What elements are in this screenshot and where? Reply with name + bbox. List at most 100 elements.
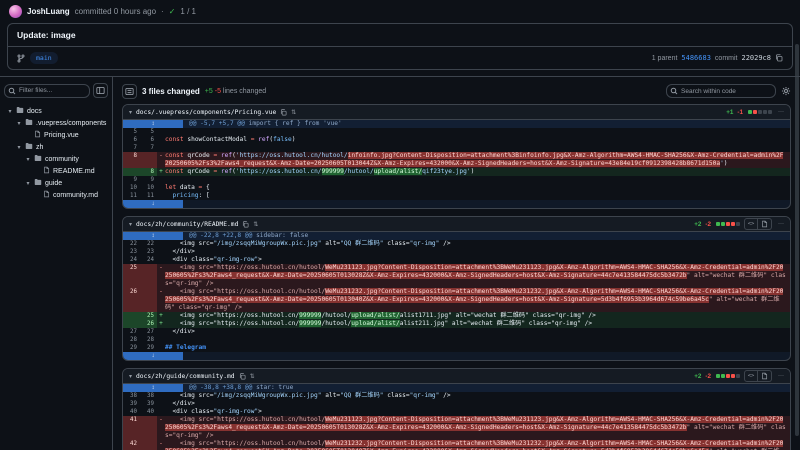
file-options-kebab-button[interactable]: ··· [778,373,784,379]
search-icon [670,87,678,95]
old-line-number[interactable]: 23 [123,248,140,256]
chevron-down-icon[interactable]: ▾ [129,109,132,116]
file-diff-panel: ▾docs/zh/guide/community.md⇅+2-2<>···↕@@… [122,368,791,450]
old-line-number[interactable]: 22 [123,240,140,248]
toggle-file-tree-button[interactable] [122,84,137,99]
tree-item-label: zh [36,144,43,151]
old-line-number[interactable]: 28 [123,336,140,344]
tree-item--vuepress-components[interactable]: ▾.vuepress/components [4,117,108,129]
rich-view-button[interactable] [758,218,772,230]
old-line-number[interactable] [123,312,140,320]
chevron-down-icon[interactable]: ▾ [129,373,132,380]
old-line-number[interactable]: 26 [123,288,140,312]
tree-item-docs[interactable]: ▾docs [4,105,108,117]
old-line-number[interactable]: 8 [123,152,140,168]
folder-icon [34,154,42,162]
expand-down-button[interactable]: ↓ [123,352,183,360]
old-line-number[interactable]: 11 [123,192,140,200]
old-line-number[interactable]: 6 [123,136,140,144]
expand-hunk-button[interactable]: ↕ [123,120,183,128]
expand-collapse-arrows-icon[interactable]: ⇅ [253,221,258,228]
avatar[interactable] [9,5,22,18]
context-line: 2727 </div> [123,328,790,336]
tree-item-readme-md[interactable]: README.md [4,165,108,177]
tree-item-zh[interactable]: ▾zh [4,141,108,153]
old-line-number[interactable]: 9 [123,176,140,184]
old-line-number[interactable]: 29 [123,344,140,352]
new-line-number[interactable]: 40 [140,408,157,416]
old-line-number[interactable]: 7 [123,144,140,152]
new-line-number[interactable]: 25 [140,312,157,320]
code-view-button[interactable]: <> [744,218,758,230]
new-line-number[interactable]: 10 [140,184,157,192]
collapse-file-tree-button[interactable] [93,83,108,98]
page-scrollbar[interactable] [795,44,799,436]
old-line-number[interactable]: 42 [123,440,140,450]
commit-author[interactable]: JoshLuang [27,7,70,16]
code-text: const qrCode = ref('https://oss.hutool.c… [165,168,790,176]
new-line-number[interactable]: 11 [140,192,157,200]
new-line-number[interactable] [140,416,157,440]
search-within-code-input[interactable] [666,84,776,98]
branch-badge[interactable]: main [30,52,58,64]
tree-item-guide[interactable]: ▾guide [4,177,108,189]
new-line-number[interactable]: 39 [140,400,157,408]
old-line-number[interactable] [123,168,140,176]
file-path-link[interactable]: docs/zh/guide/community.md [136,373,235,380]
commit-label: commit [715,55,738,62]
new-line-number[interactable]: 6 [140,136,157,144]
file-options-kebab-button[interactable]: ··· [778,221,784,227]
new-line-number[interactable]: 28 [140,336,157,344]
filter-files-input[interactable] [4,84,90,98]
new-line-number[interactable]: 7 [140,144,157,152]
copy-file-path-button[interactable] [280,109,287,116]
new-line-number[interactable]: 8 [140,168,157,176]
copy-sha-icon[interactable] [775,54,783,62]
old-line-number[interactable]: 25 [123,264,140,288]
expand-hunk-button[interactable]: ↕ [123,232,183,240]
tree-item-pricing-vue[interactable]: Pricing.vue [4,129,108,141]
new-line-number[interactable]: 26 [140,320,157,328]
new-line-number[interactable]: 24 [140,256,157,264]
copy-file-path-button[interactable] [242,221,249,228]
file-path-link[interactable]: docs/.vuepress/components/Pricing.vue [136,109,276,116]
expand-down-button[interactable]: ↓ [123,200,183,208]
checks-passed-icon[interactable]: ✓ [169,7,176,16]
new-line-number[interactable]: 9 [140,176,157,184]
expand-collapse-arrows-icon[interactable]: ⇅ [250,373,255,380]
new-line-number[interactable] [140,288,157,312]
code-view-button[interactable]: <> [744,370,758,382]
expand-hunk-button[interactable]: ↕ [123,384,183,392]
file-options-kebab-button[interactable]: ··· [778,109,784,115]
expand-collapse-arrows-icon[interactable]: ⇅ [291,109,296,116]
chevron-down-icon[interactable]: ▾ [129,221,132,228]
expand-bottom-row: ↓ [123,200,790,208]
new-line-number[interactable] [140,152,157,168]
old-line-number[interactable]: 5 [123,128,140,136]
new-line-number[interactable]: 5 [140,128,157,136]
file-path-link[interactable]: docs/zh/community/README.md [136,221,238,228]
new-line-number[interactable]: 22 [140,240,157,248]
checks-ratio[interactable]: 1 / 1 [180,7,196,16]
parent-sha-link[interactable]: 5486683 [681,54,711,62]
rich-view-button[interactable] [758,370,772,382]
old-line-number[interactable]: 39 [123,400,140,408]
old-line-number[interactable] [123,320,140,328]
diff-settings-button[interactable] [781,86,791,96]
old-line-number[interactable]: 24 [123,256,140,264]
tree-item-community[interactable]: ▾community [4,153,108,165]
new-line-number[interactable] [140,440,157,450]
new-line-number[interactable]: 27 [140,328,157,336]
new-line-number[interactable]: 29 [140,344,157,352]
old-line-number[interactable]: 40 [123,408,140,416]
tree-item-community-md[interactable]: community.md [4,189,108,201]
old-line-number[interactable]: 10 [123,184,140,192]
old-line-number[interactable]: 38 [123,392,140,400]
copy-file-path-button[interactable] [239,373,246,380]
new-line-number[interactable]: 38 [140,392,157,400]
old-line-number[interactable]: 41 [123,416,140,440]
new-line-number[interactable] [140,264,157,288]
hunk-range: @@ -38,8 +38,8 @@ [189,384,252,391]
old-line-number[interactable]: 27 [123,328,140,336]
new-line-number[interactable]: 23 [140,248,157,256]
